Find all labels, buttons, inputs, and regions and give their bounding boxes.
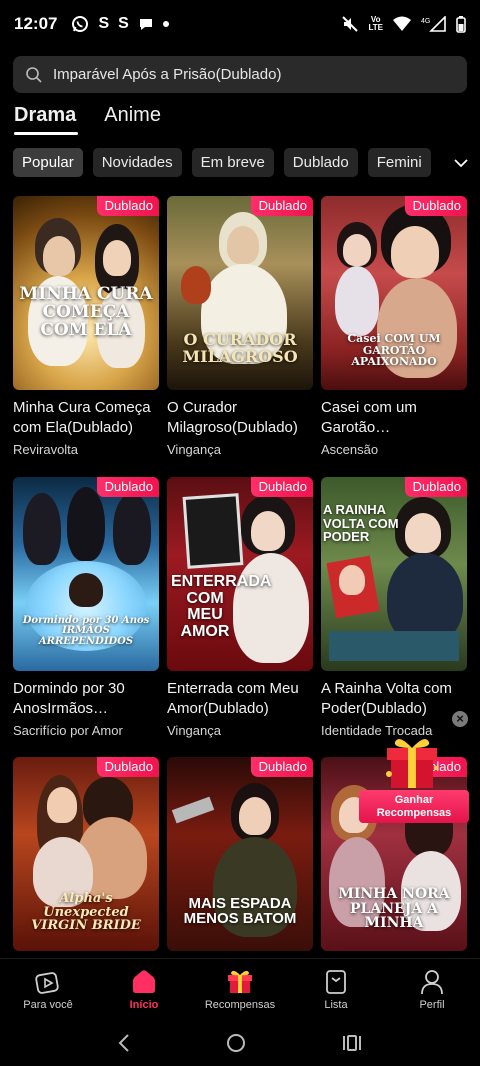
nav-perfil[interactable]: Perfil	[384, 959, 480, 1020]
mute-icon	[342, 16, 359, 32]
dubbed-badge: Dublado	[96, 196, 159, 216]
card-title: A Rainha Volta com Poder(Dublado)	[321, 680, 452, 717]
drama-card[interactable]: MAIS ESPADA MENOS BATOM Dublado	[167, 757, 313, 951]
card-title: Minha Cura Começa com Ela(Dublado)	[13, 399, 151, 436]
drama-card[interactable]: O CURADOR MILAGROSO Dublado O Curador Mi…	[167, 196, 313, 457]
wifi-icon	[393, 16, 411, 31]
back-icon[interactable]	[117, 1033, 131, 1053]
nav-label: Início	[129, 999, 159, 1011]
nav-para-voce[interactable]: Para você	[0, 959, 96, 1020]
home-icon	[133, 970, 155, 993]
nav-lista[interactable]: Lista	[288, 959, 384, 1020]
s-app-icon-2: S	[118, 15, 129, 32]
poster-image[interactable]: A RAINHA VOLTA COM PODER Dublado	[321, 477, 467, 671]
gift-box-icon[interactable]	[383, 734, 441, 790]
chip-dublado[interactable]: Dublado	[283, 148, 358, 177]
notification-icons: S S	[71, 15, 169, 33]
poster-image[interactable]: Alpha's Unexpected VIRGIN BRIDE Dublado	[13, 757, 159, 951]
drama-card[interactable]: MINHA CURA COMEÇA COM ELA Dublado Minha …	[13, 196, 159, 457]
drama-card[interactable]: Casei COM UM GAROTÃO APAIXONADO Dublado …	[321, 196, 467, 457]
recents-icon[interactable]	[341, 1033, 363, 1053]
card-genre: Reviravolta	[13, 442, 79, 457]
tab-drama[interactable]: Drama	[14, 104, 79, 135]
dubbed-badge: Dublado	[96, 757, 159, 777]
card-genre: Sacrifício por Amor	[13, 723, 123, 738]
system-navigation-bar	[0, 1020, 480, 1066]
status-time: 12:07	[14, 14, 58, 33]
nav-inicio[interactable]: Início	[96, 959, 192, 1020]
volte-icon: Vo LTE	[368, 15, 383, 32]
nav-label: Lista	[324, 999, 348, 1011]
search-icon	[26, 66, 42, 83]
bottom-navigation: Para você Início Recompensas Lista Perfi…	[0, 958, 480, 1020]
poster-image[interactable]: Dormindo por 30 Anos IRMÃOS ARREPENDIDOS…	[13, 477, 159, 671]
search-bar[interactable]: Imparável Após a Prisão(Dublado)	[13, 56, 467, 93]
nav-label: Para você	[23, 999, 73, 1011]
card-title: Enterrada com Meu Amor(Dublado)	[167, 680, 299, 717]
dubbed-badge: Dublado	[250, 196, 313, 216]
dubbed-badge: Dublado	[404, 477, 467, 497]
poster-title: A RAINHA VOLTA COM PODER	[323, 502, 399, 545]
chat-bubble-icon	[139, 19, 152, 30]
poster-title: MINHA CURA COMEÇA COM ELA	[19, 284, 153, 341]
dubbed-badge: Dublado	[96, 477, 159, 497]
poster-title: MAIS ESPADA MENOS BATOM	[183, 894, 297, 928]
signal-icon: 4G	[421, 16, 446, 32]
chip-em-breve[interactable]: Em breve	[191, 148, 274, 177]
dot-icon	[162, 21, 169, 27]
close-rewards-button[interactable]: ×	[452, 711, 468, 727]
s-app-icon: S	[98, 15, 110, 32]
dubbed-badge: Dublado	[250, 757, 313, 777]
drama-card[interactable]: Alpha's Unexpected VIRGIN BRIDE Dublado	[13, 757, 159, 951]
card-genre: Vingança	[167, 723, 221, 738]
play-box-icon	[35, 972, 59, 994]
reward-label-line1: Ganhar	[394, 794, 434, 806]
nav-label: Recompensas	[204, 999, 276, 1011]
drama-card[interactable]: Dormindo por 30 Anos IRMÃOS ARREPENDIDOS…	[13, 477, 159, 738]
poster-image[interactable]: Casei COM UM GAROTÃO APAIXONADO Dublado	[321, 196, 467, 390]
dubbed-badge: Dublado	[404, 196, 467, 216]
earn-rewards-button[interactable]: Ganhar Recompensas	[359, 790, 469, 823]
drama-card[interactable]: ENTERRADA COM MEU AMOR Dublado Enterrada…	[167, 477, 313, 738]
poster-title: Casei COM UM GAROTÃO APAIXONADO	[347, 332, 441, 369]
card-genre: Ascensão	[321, 442, 379, 457]
dubbed-badge: Dublado	[250, 477, 313, 497]
poster-image[interactable]: O CURADOR MILAGROSO Dublado	[167, 196, 313, 390]
gift-icon	[228, 970, 252, 993]
battery-icon	[456, 15, 466, 33]
poster-title: Alpha's Unexpected VIRGIN BRIDE	[31, 891, 141, 934]
nav-recompensas[interactable]: Recompensas	[192, 959, 288, 1020]
category-tabs: Drama Anime	[14, 104, 161, 135]
chip-novidades[interactable]: Novidades	[92, 148, 182, 177]
home-circle-icon[interactable]	[225, 1032, 247, 1054]
chevron-down-icon	[454, 158, 468, 167]
drama-card[interactable]: A RAINHA VOLTA COM PODER Dublado A Rainh…	[321, 477, 467, 738]
reward-label-line2: Recompensas	[376, 807, 452, 819]
poster-title: O CURADOR MILAGROSO	[182, 330, 298, 367]
card-title: Casei com um Garotão Apaixonado(Dublado)	[321, 399, 417, 436]
status-bar: 12:07 S S Vo LTE 4G	[0, 0, 480, 48]
whatsapp-icon	[72, 16, 89, 32]
person-icon	[421, 970, 443, 995]
poster-title: MINHA NORA PLANEJA A MINHA	[338, 885, 450, 932]
nav-label: Perfil	[419, 999, 445, 1011]
system-status-icons: Vo LTE 4G	[341, 15, 466, 33]
poster-title: Dormindo por 30 Anos IRMÃOS ARREPENDIDOS	[22, 614, 150, 647]
card-genre: Vingança	[167, 442, 221, 457]
chips-expand-button[interactable]	[436, 148, 480, 178]
poster-image[interactable]: MINHA CURA COMEÇA COM ELA Dublado	[13, 196, 159, 390]
card-title: O Curador Milagroso(Dublado)	[167, 399, 298, 436]
poster-image[interactable]: MAIS ESPADA MENOS BATOM Dublado	[167, 757, 313, 951]
card-title: Dormindo por 30 AnosIrmãos Arrependidos	[13, 680, 125, 717]
bookmark-icon	[326, 970, 346, 994]
chip-popular[interactable]: Popular	[13, 148, 83, 177]
poster-image[interactable]: ENTERRADA COM MEU AMOR Dublado	[167, 477, 313, 671]
svg-text:4G: 4G	[421, 18, 430, 25]
filter-chips: Popular Novidades Em breve Dublado Femin…	[13, 148, 480, 178]
tab-anime[interactable]: Anime	[104, 104, 161, 135]
search-placeholder: Imparável Após a Prisão(Dublado)	[53, 66, 282, 83]
poster-title: ENTERRADA COM MEU AMOR	[171, 572, 272, 641]
chip-feminino[interactable]: Femini	[367, 148, 431, 177]
